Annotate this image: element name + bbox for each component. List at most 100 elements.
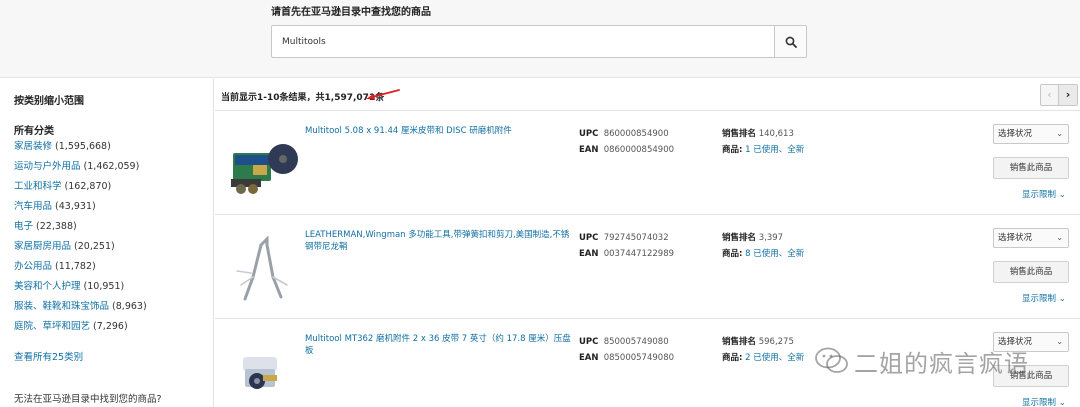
chevron-down-icon: ⌄ <box>1056 233 1063 242</box>
upc-value: 850005749080 <box>603 337 669 347</box>
category-link[interactable]: 家居装修 <box>14 141 52 152</box>
product-title-link[interactable]: Multitool 5.08 x 91.44 厘米皮带和 DISC 研磨机附件 <box>305 125 575 137</box>
product-title-link[interactable]: Multitool MT362 磨机附件 2 x 36 皮带 7 英寸（约 17… <box>305 333 575 357</box>
search-input[interactable] <box>272 26 775 57</box>
watermark-text: 二姐的疯言疯语 <box>854 350 1029 378</box>
category-count: (43,931) <box>55 201 96 212</box>
category-link[interactable]: 庭院、草坪和园艺 <box>14 321 90 332</box>
see-all-categories-link[interactable]: 查看所有25类别 <box>14 349 83 363</box>
category-item[interactable]: 美容和个人护理 (10,951) <box>14 280 147 300</box>
results-count: 当前显示1-10条结果，共1,597,071条 <box>221 93 385 103</box>
category-link[interactable]: 电子 <box>14 221 33 232</box>
wechat-icon <box>815 347 848 373</box>
sell-this-product-button[interactable]: 销售此商品 <box>993 157 1069 179</box>
product-rank: 销售排名 596,275 商品: 2 已使用、全新 <box>722 334 804 366</box>
prev-page-button[interactable]: ‹ <box>1041 85 1059 105</box>
category-item[interactable]: 运动与户外用品 (1,462,059) <box>14 160 147 180</box>
offers-link[interactable]: 2 已使用、全新 <box>745 353 804 363</box>
product-codes: UPC 860000854900 EAN 0860000854900 <box>579 126 674 158</box>
sales-rank-label: 销售排名 <box>722 337 757 347</box>
chevron-down-icon: ⌄ <box>1058 190 1066 200</box>
category-item[interactable]: 工业和科学 (162,870) <box>14 180 147 200</box>
category-count: (8,963) <box>112 301 147 312</box>
condition-select[interactable]: 选择状况 ⌄ <box>993 124 1069 144</box>
upc-label: UPC <box>579 337 599 347</box>
sales-rank-value: 596,275 <box>758 337 794 347</box>
sales-rank-value: 140,613 <box>758 129 794 139</box>
pagination: ‹ › <box>1040 84 1078 106</box>
upc-value: 792745074032 <box>603 233 669 243</box>
category-item[interactable]: 家居厨房用品 (20,251) <box>14 240 147 260</box>
category-count: (10,951) <box>83 281 125 292</box>
sales-rank-label: 销售排名 <box>722 129 757 139</box>
ean-value: 0037447122989 <box>603 249 675 259</box>
offers-link[interactable]: 1 已使用、全新 <box>745 145 804 155</box>
condition-select-label: 选择状况 <box>998 129 1033 139</box>
category-link[interactable]: 运动与户外用品 <box>14 161 81 172</box>
category-item[interactable]: 庭院、草坪和园艺 (7,296) <box>14 320 147 340</box>
upc-value: 860000854900 <box>603 129 669 139</box>
category-list: 家居装修 (1,595,668) 运动与户外用品 (1,462,059) 工业和… <box>14 140 147 340</box>
upc-label: UPC <box>579 233 599 243</box>
show-restrictions-label: 显示限制 <box>1022 398 1057 407</box>
category-count: (11,782) <box>55 261 96 272</box>
all-categories-heading: 所有分类 <box>14 126 54 137</box>
product-codes: UPC 792745074032 EAN 0037447122989 <box>579 230 674 262</box>
category-item[interactable]: 家居装修 (1,595,668) <box>14 140 147 160</box>
category-sidebar: 按类别缩小范围 所有分类 家居装修 (1,595,668) 运动与户外用品 (1… <box>0 79 214 407</box>
category-link[interactable]: 汽车用品 <box>14 201 52 212</box>
category-item[interactable]: 汽车用品 (43,931) <box>14 200 147 220</box>
search-title: 请首先在亚马逊目录中查找您的商品 <box>271 7 431 18</box>
search-icon <box>785 36 797 48</box>
product-offers-label: 商品: <box>722 353 743 363</box>
condition-select-label: 选择状况 <box>998 233 1033 243</box>
category-link[interactable]: 工业和科学 <box>14 181 62 192</box>
ean-label: EAN <box>579 353 599 363</box>
sales-rank-label: 销售排名 <box>722 233 757 243</box>
category-count: (162,870) <box>64 181 112 192</box>
category-count: (1,595,668) <box>55 141 111 152</box>
category-count: (7,296) <box>93 321 128 332</box>
product-thumbnail <box>236 235 288 301</box>
ean-value: 0860000854900 <box>603 145 675 155</box>
product-rank: 销售排名 140,613 商品: 1 已使用、全新 <box>722 126 804 158</box>
ean-label: EAN <box>579 145 599 155</box>
category-link[interactable]: 家居厨房用品 <box>14 241 71 252</box>
offers-link[interactable]: 8 已使用、全新 <box>745 249 804 259</box>
category-count: (22,388) <box>36 221 77 232</box>
category-item[interactable]: 办公用品 (11,782) <box>14 260 147 280</box>
upc-label: UPC <box>579 129 599 139</box>
product-row: LEATHERMAN,Wingman 多功能工具,带弹簧扣和剪刀,美国制造,不锈… <box>215 214 1080 317</box>
show-restrictions-link[interactable]: 显示限制 ⌄ <box>1022 292 1066 304</box>
sell-this-product-button[interactable]: 销售此商品 <box>993 261 1069 283</box>
product-thumbnail <box>231 144 298 194</box>
red-arrow-annotation <box>366 89 400 100</box>
chevron-down-icon: ⌄ <box>1056 129 1063 138</box>
product-offers-label: 商品: <box>722 249 743 259</box>
product-codes: UPC 850005749080 EAN 0850005749080 <box>579 334 674 366</box>
show-restrictions-link[interactable]: 显示限制 ⌄ <box>1022 396 1066 407</box>
product-offers-label: 商品: <box>722 145 743 155</box>
category-item[interactable]: 服装、鞋靴和珠宝饰品 (8,963) <box>14 300 147 320</box>
product-thumbnail <box>243 357 277 389</box>
category-link[interactable]: 服装、鞋靴和珠宝饰品 <box>14 301 109 312</box>
show-restrictions-link[interactable]: 显示限制 ⌄ <box>1022 188 1066 200</box>
category-item[interactable]: 电子 (22,388) <box>14 220 147 240</box>
search-header: 请首先在亚马逊目录中查找您的商品 <box>0 0 1080 78</box>
category-count: (20,251) <box>74 241 115 252</box>
ean-value: 0850005749080 <box>603 353 675 363</box>
search-button[interactable] <box>774 26 806 57</box>
product-title-link[interactable]: LEATHERMAN,Wingman 多功能工具,带弹簧扣和剪刀,美国制造,不锈… <box>305 229 575 253</box>
sidebar-title: 按类别缩小范围 <box>14 96 84 107</box>
category-link[interactable]: 美容和个人护理 <box>14 281 81 292</box>
condition-select[interactable]: 选择状况 ⌄ <box>993 228 1069 248</box>
category-count: (1,462,059) <box>83 161 140 172</box>
product-row: Multitool 5.08 x 91.44 厘米皮带和 DISC 研磨机附件 … <box>215 110 1080 213</box>
next-page-button[interactable]: › <box>1059 85 1077 105</box>
chevron-down-icon: ⌄ <box>1058 398 1066 407</box>
category-link[interactable]: 办公用品 <box>14 261 52 272</box>
watermark: 二姐的疯言疯语 <box>814 340 1076 380</box>
product-rank: 销售排名 3,397 商品: 8 已使用、全新 <box>722 230 804 262</box>
sales-rank-value: 3,397 <box>758 233 784 243</box>
chevron-down-icon: ⌄ <box>1058 294 1066 304</box>
